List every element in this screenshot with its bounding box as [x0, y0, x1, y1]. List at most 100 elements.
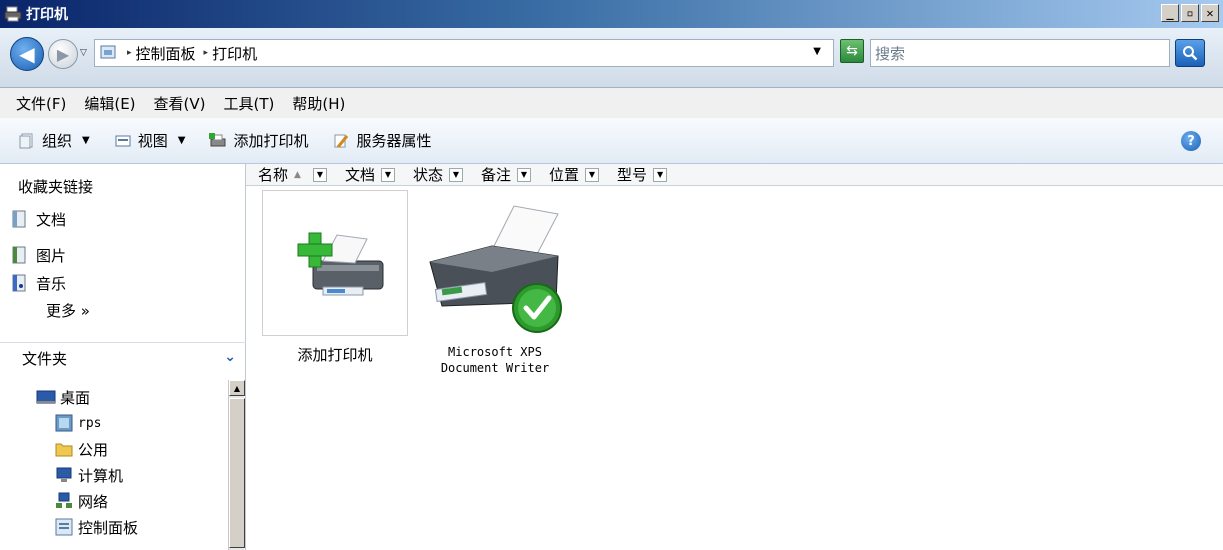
tree-item-public[interactable]: 公用	[54, 438, 108, 460]
breadcrumb-arrow-icon[interactable]: ▸	[127, 48, 132, 58]
close-button[interactable]: ✕	[1201, 4, 1219, 22]
navigation-pane: 收藏夹链接 文档 图片 音乐 更多 » 文件夹 ⌄ 桌面 rps 公用 计算机 …	[0, 164, 246, 550]
add-printer-label: 添加打印机	[297, 346, 373, 364]
breadcrumb-printers[interactable]: 打印机	[212, 43, 257, 64]
add-printer-item[interactable]: 添加打印机	[262, 190, 408, 365]
folder-icon	[55, 443, 73, 457]
control-panel-icon	[55, 518, 73, 536]
back-button[interactable]: ◀	[10, 37, 44, 71]
user-folder-icon	[55, 414, 73, 432]
column-filter-dropdown[interactable]: ▼	[312, 167, 327, 182]
column-header-model[interactable]: 型号 ▼	[605, 164, 673, 186]
server-properties-button[interactable]: 服务器属性	[332, 130, 431, 151]
favorite-music[interactable]: 音乐	[0, 272, 66, 294]
tree-item-control-panel[interactable]: 控制面板	[54, 516, 138, 538]
folders-title: 文件夹	[22, 350, 68, 368]
tree-scrollbar[interactable]: ▲	[228, 380, 245, 550]
xps-printer-label-line2: Document Writer	[440, 361, 550, 375]
xps-printer-label-line1: Microsoft XPS	[448, 345, 542, 359]
favorites-title: 收藏夹链接	[18, 178, 94, 196]
tree-label: 计算机	[78, 466, 124, 485]
organize-button[interactable]: 组织 ▼	[18, 130, 90, 151]
search-button[interactable]	[1175, 39, 1205, 67]
views-button[interactable]: 视图 ▼	[114, 130, 186, 151]
sort-ascending-icon: ▲	[294, 169, 301, 180]
recent-pages-dropdown[interactable]: ▽	[80, 48, 87, 58]
search-input[interactable]: 搜索	[870, 39, 1170, 67]
refresh-icon: ⇆	[846, 43, 858, 59]
menu-help[interactable]: 帮助(H)	[292, 93, 345, 114]
computer-icon	[56, 467, 72, 482]
forward-arrow-icon: ▶	[56, 44, 70, 64]
tree-item-network[interactable]: 网络	[54, 490, 108, 512]
search-placeholder: 搜索	[875, 44, 906, 63]
views-icon	[114, 133, 132, 149]
tree-label: rps	[78, 415, 102, 431]
breadcrumb-arrow-icon[interactable]: ▸	[204, 48, 209, 58]
tree-label: 公用	[78, 440, 109, 459]
column-filter-dropdown[interactable]: ▼	[585, 167, 599, 182]
column-filter-dropdown[interactable]: ▼	[380, 167, 395, 182]
add-printer-icon	[209, 132, 227, 149]
address-bar-area: ◀ ▶ ▽ ▸ 控制面板 ▸ 打印机 ▼ ⇆ 搜索	[0, 28, 1223, 88]
minimize-button[interactable]: _	[1161, 4, 1179, 22]
column-header-location[interactable]: 位置 ▼	[537, 164, 605, 186]
menu-tools[interactable]: 工具(T)	[224, 93, 275, 114]
printer-icon	[429, 205, 562, 333]
pictures-icon	[12, 246, 26, 264]
refresh-button[interactable]: ⇆	[840, 39, 864, 63]
tree-label: 桌面	[60, 388, 91, 407]
add-printer-icon	[297, 232, 384, 296]
views-label: 视图	[137, 132, 168, 150]
music-icon	[12, 274, 26, 292]
column-header-name[interactable]: 名称 ▲ ▼	[246, 164, 333, 186]
help-icon[interactable]: ?	[1181, 131, 1201, 151]
address-box[interactable]: ▸ 控制面板 ▸ 打印机 ▼	[94, 39, 834, 67]
more-favorites-link[interactable]: 更多 »	[46, 300, 90, 321]
address-dropdown-icon[interactable]: ▼	[813, 46, 821, 57]
tree-item-computer[interactable]: 计算机	[54, 464, 123, 486]
tree-label: 控制面板	[78, 518, 139, 537]
server-properties-icon	[332, 133, 350, 149]
favorite-label: 图片	[36, 246, 67, 265]
add-printer-thumbnail	[262, 190, 408, 336]
back-arrow-icon: ◀	[19, 42, 35, 66]
menu-view[interactable]: 查看(V)	[154, 93, 206, 114]
printer-icon	[4, 5, 22, 23]
column-headers: 名称 ▲ ▼ 文档 ▼ 状态 ▼ 备注 ▼ 位置 ▼ 型号 ▼	[246, 164, 1223, 186]
command-toolbar: 组织 ▼ 视图 ▼ 添加打印机 服务器属性 ?	[0, 118, 1223, 164]
tree-item-desktop[interactable]: 桌面	[36, 386, 90, 408]
control-panel-icon	[99, 44, 119, 62]
scroll-thumb[interactable]	[229, 398, 245, 548]
maximize-button[interactable]: ▫	[1181, 4, 1199, 22]
favorite-label: 文档	[36, 210, 67, 229]
column-header-status[interactable]: 状态 ▼	[401, 164, 469, 186]
column-filter-dropdown[interactable]: ▼	[448, 167, 463, 182]
desktop-icon	[36, 390, 56, 404]
printer-item-xps[interactable]: Microsoft XPS Document Writer	[422, 190, 568, 376]
favorite-pictures[interactable]: 图片	[0, 244, 66, 266]
server-properties-label: 服务器属性	[356, 132, 432, 150]
tree-item-rps[interactable]: rps	[54, 412, 101, 434]
add-printer-button[interactable]: 添加打印机	[209, 130, 308, 151]
add-printer-label: 添加打印机	[233, 132, 309, 150]
column-filter-dropdown[interactable]: ▼	[653, 167, 668, 182]
chevron-down-icon: ▼	[177, 135, 186, 146]
scroll-up-button[interactable]: ▲	[229, 380, 245, 396]
favorite-documents[interactable]: 文档	[0, 208, 66, 230]
chevron-down-icon[interactable]: ⌄	[224, 349, 236, 365]
menu-file[interactable]: 文件(F)	[16, 93, 66, 114]
documents-icon	[12, 210, 26, 228]
breadcrumb-control-panel[interactable]: 控制面板	[136, 43, 196, 64]
network-icon	[56, 492, 72, 508]
folders-header[interactable]: 文件夹 ⌄	[0, 342, 246, 374]
column-header-comments[interactable]: 备注 ▼	[469, 164, 537, 186]
window-title: 打印机	[26, 7, 68, 23]
xps-printer-thumbnail	[422, 190, 568, 336]
menu-edit[interactable]: 编辑(E)	[84, 93, 135, 114]
title-bar: 打印机 _ ▫ ✕	[0, 0, 1223, 28]
column-filter-dropdown[interactable]: ▼	[516, 167, 531, 182]
xps-printer-label: Microsoft XPS Document Writer	[422, 344, 568, 376]
column-header-documents[interactable]: 文档 ▼	[333, 164, 401, 186]
forward-button[interactable]: ▶	[48, 39, 78, 69]
